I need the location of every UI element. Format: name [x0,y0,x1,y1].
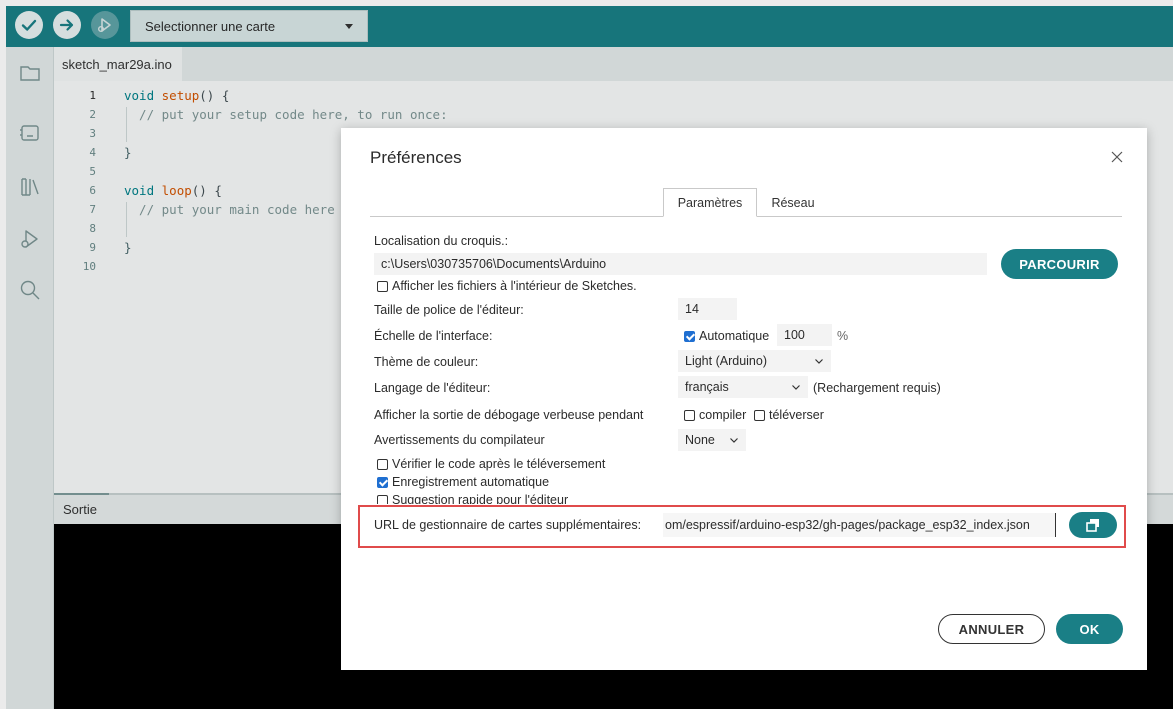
font-size-label: Taille de police de l'éditeur: [374,303,524,317]
tab-reseau[interactable]: Réseau [760,188,826,217]
warnings-label: Avertissements du compilateur [374,433,545,447]
autosave-label: Enregistrement automatique [392,475,550,489]
scale-label: Échelle de l'interface: [374,329,493,343]
verify-after-upload-label: Vérifier le code après le téléversement [392,457,606,471]
browse-button[interactable]: PARCOURIR [1001,249,1118,279]
quick-suggest-row: Suggestion rapide pour l'éditeur [341,492,1147,504]
scale-auto-label: Automatique [699,329,770,343]
theme-value: Light (Arduino) [685,354,767,368]
sketchbook-label: Localisation du croquis.: [374,234,509,248]
highlight-annotation [358,505,1126,548]
verbose-label: Afficher la sortie de débogage verbeuse … [374,408,644,422]
verbose-compile-checkbox[interactable] [684,410,695,421]
verbose-upload-label: téléverser [769,408,824,422]
preferences-dialog: Préférences Paramètres Réseau Localisati… [341,128,1147,670]
verbose-upload-checkbox[interactable] [754,410,765,421]
scale-auto-checkbox[interactable] [684,331,695,342]
scale-input[interactable]: 100 [777,324,832,346]
show-sketch-files-label: Afficher les fichiers à l'intérieur de S… [392,279,637,293]
close-icon [1111,151,1123,163]
verify-after-upload-checkbox[interactable] [377,459,388,470]
chevron-down-icon [792,385,800,390]
quick-suggest-checkbox[interactable] [377,495,388,504]
quick-suggest-label: Suggestion rapide pour l'éditeur [392,493,569,504]
warnings-value: None [685,433,715,447]
language-select[interactable]: français [678,376,808,398]
font-size-input[interactable]: 14 [678,298,737,320]
verbose-compile-label: compiler [699,408,747,422]
ok-button[interactable]: OK [1056,614,1123,644]
cancel-button[interactable]: ANNULER [938,614,1045,644]
tab-parametres[interactable]: Paramètres [663,188,757,217]
theme-label: Thème de couleur: [374,355,479,369]
theme-select[interactable]: Light (Arduino) [678,350,831,372]
scale-unit: % [837,329,849,343]
sketchbook-path-input[interactable]: c:\Users\030735706\Documents\Arduino [374,253,987,275]
chevron-down-icon [815,359,823,364]
warnings-select[interactable]: None [678,429,746,451]
language-label: Langage de l'éditeur: [374,381,491,395]
autosave-checkbox[interactable] [377,477,388,488]
language-value: français [685,380,729,394]
language-note: (Rechargement requis) [813,381,941,395]
chevron-down-icon [730,438,738,443]
dialog-title: Préférences [370,148,462,167]
close-button[interactable] [1109,149,1125,165]
show-sketch-files-checkbox[interactable] [377,281,388,292]
